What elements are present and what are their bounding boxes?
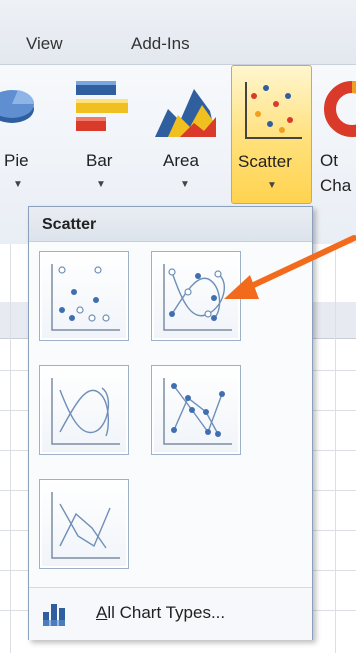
scatter-smooth-lines-icon bbox=[51, 378, 120, 445]
other-charts-button[interactable]: Ot Cha bbox=[318, 65, 356, 205]
scatter-dropdown-arrow: ▼ bbox=[267, 180, 277, 191]
other-charts-label-line1: Ot bbox=[320, 151, 338, 170]
tab-add-ins[interactable]: Add-Ins bbox=[131, 34, 190, 54]
other-charts-label-line2: Cha bbox=[320, 176, 352, 195]
bar-dropdown-arrow: ▼ bbox=[96, 179, 106, 190]
scatter-dropdown-menu: Scatter All Chart Types... bbox=[28, 206, 313, 640]
scatter-straight-lines-markers-icon bbox=[163, 378, 232, 445]
scatter-smooth-lines-markers-option[interactable] bbox=[151, 251, 241, 341]
scatter-markers-only-icon bbox=[51, 264, 120, 331]
grid-column-line bbox=[10, 244, 11, 653]
ribbon-tab-strip: View Add-Ins bbox=[0, 0, 356, 64]
all-chart-types-button[interactable]: All Chart Types... bbox=[29, 587, 312, 640]
all-chart-types-accelerator: A bbox=[96, 603, 108, 622]
scatter-only-markers-option[interactable] bbox=[39, 251, 129, 341]
scatter-straight-lines-option[interactable] bbox=[39, 479, 129, 569]
pie-chart-icon bbox=[0, 90, 35, 123]
dropdown-title: Scatter bbox=[42, 216, 97, 233]
scatter-smooth-lines-option[interactable] bbox=[39, 365, 129, 455]
pie-chart-button[interactable]: Pie ▼ bbox=[0, 65, 38, 205]
scatter-straight-lines-icon bbox=[51, 492, 120, 559]
scatter-chart-icon bbox=[245, 82, 302, 139]
doughnut-chart-icon bbox=[324, 81, 356, 137]
grid-column-line bbox=[335, 244, 336, 653]
scatter-chart-button[interactable]: Scatter ▼ bbox=[231, 65, 312, 204]
tab-view[interactable]: View bbox=[26, 34, 63, 54]
all-chart-types-text: ll Chart Types... bbox=[107, 603, 226, 622]
area-dropdown-arrow: ▼ bbox=[180, 179, 190, 190]
scatter-label: Scatter bbox=[238, 152, 292, 171]
area-chart-button[interactable]: Area ▼ bbox=[150, 65, 222, 205]
scatter-smooth-lines-markers-icon bbox=[163, 264, 232, 331]
bar-chart-icon bbox=[76, 81, 128, 131]
bar-label: Bar bbox=[86, 151, 113, 170]
pie-dropdown-arrow: ▼ bbox=[13, 179, 23, 190]
dropdown-header: Scatter bbox=[29, 207, 312, 242]
scatter-straight-lines-markers-option[interactable] bbox=[151, 365, 241, 455]
area-chart-icon bbox=[155, 89, 216, 137]
pie-label: Pie bbox=[4, 151, 29, 170]
all-chart-types-icon bbox=[43, 604, 65, 626]
bar-chart-button[interactable]: Bar ▼ bbox=[68, 65, 132, 205]
area-label: Area bbox=[163, 151, 199, 170]
all-chart-types-label: All Chart Types... bbox=[96, 603, 225, 623]
